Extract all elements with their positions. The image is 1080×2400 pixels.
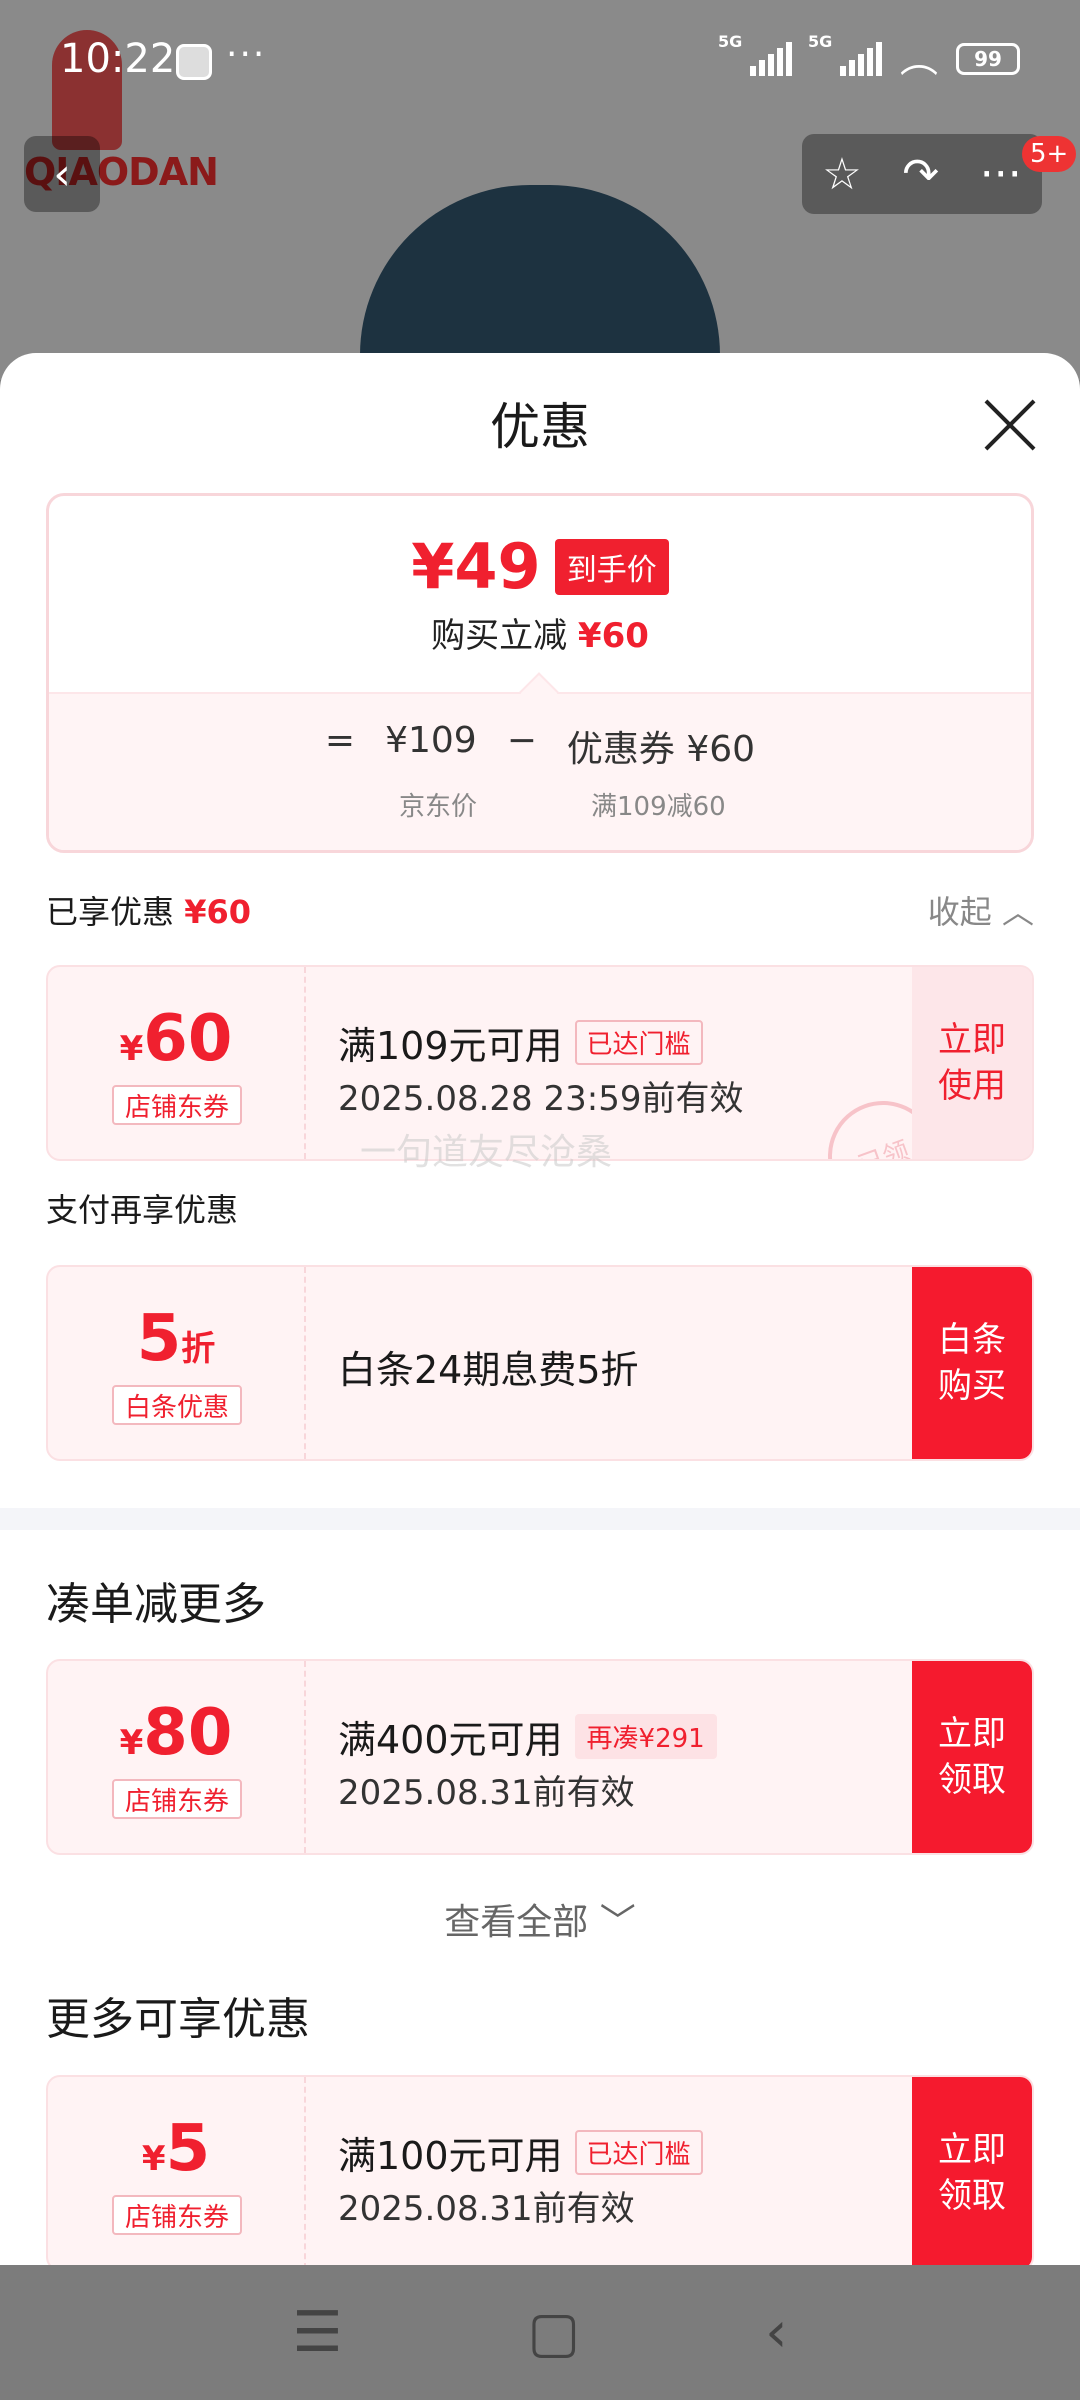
share-icon[interactable]: ↷ <box>902 149 939 200</box>
battery-icon: 99 <box>956 43 1020 75</box>
chevron-up-icon: ︿ <box>1001 893 1034 931</box>
top-actions: ☆ ↷ ··· <box>802 134 1042 214</box>
coupon-amount: 5折 <box>136 1302 216 1376</box>
threshold-tag: 已达门槛 <box>574 2130 703 2175</box>
discount-sheet: 优惠 ¥49 到手价 购买立减 ¥60 = ¥109 − 优惠券 ¥60 京东价… <box>0 353 1080 2265</box>
threshold-tag: 已达门槛 <box>574 1020 703 1065</box>
baitiao-coupon-card: 5折 白条优惠 白条24期息费5折 白条 购买 <box>46 1265 1034 1461</box>
baitiao-buy-button[interactable]: 白条 购买 <box>912 1267 1032 1459</box>
wifi-icon: ︵ <box>899 37 938 81</box>
more-icon[interactable]: ··· <box>980 149 1022 200</box>
price-formula: = ¥109 − 优惠券 ¥60 <box>324 720 756 770</box>
coupon-type: 白条优惠 <box>112 1385 242 1425</box>
pay-discount-label: 支付再享优惠 <box>46 1191 239 1229</box>
star-icon[interactable]: ☆ <box>822 149 861 200</box>
coupon-type: 店铺东券 <box>112 1779 242 1819</box>
close-icon[interactable] <box>980 395 1040 455</box>
final-price-tag: 到手价 <box>554 539 669 595</box>
coupon-amount: ¥80 <box>119 1696 233 1770</box>
coupon-card: ¥80 店铺东券 满400元可用 再凑¥291 2025.08.31前有效 立即… <box>46 1659 1034 1855</box>
status-icons: 5G 5G ︵ 99 <box>718 32 1020 81</box>
buy-cut-line: 购买立减 ¥60 <box>431 616 649 656</box>
coupon-type: 店铺东券 <box>112 1085 242 1125</box>
coupon-expiry: 2025.08.31前有效 <box>338 1773 635 1813</box>
menu-icon[interactable]: ☰ <box>292 2300 342 2365</box>
coupon-expiry: 2025.08.28 23:59前有效 <box>338 1079 744 1119</box>
sheet-title: 优惠 <box>490 398 590 456</box>
signal-icon: 5G <box>718 32 792 76</box>
coupon-card: ¥5 店铺东券 满100元可用 已达门槛 2025.08.31前有效 立即 领取 <box>46 2075 1034 2265</box>
signal-icon: 5G <box>808 32 882 76</box>
back-button[interactable]: ‹ <box>24 136 100 212</box>
jd-price-label: 京东价 <box>399 792 478 822</box>
collapse-button[interactable]: 收起 ︿ <box>928 887 1034 933</box>
coupon-condition: 满109元可用 已达门槛 <box>338 1015 703 1070</box>
coupon-expiry: 2025.08.31前有效 <box>338 2189 635 2229</box>
see-all-button[interactable]: 查看全部 ﹀ <box>0 1893 1080 1945</box>
chevron-down-icon: ﹀ <box>599 1902 636 1943</box>
enjoyed-discount-label: 已享优惠 ¥60 <box>46 893 251 931</box>
claim-now-button[interactable]: 立即 领取 <box>912 2077 1032 2265</box>
jd-price: ¥109 <box>385 720 477 761</box>
claim-now-button[interactable]: 立即 领取 <box>912 1661 1032 1853</box>
message-badge: 5+ <box>1022 136 1077 172</box>
more-notifications-icon: ··· <box>226 34 267 75</box>
coupon-condition: 满100元可用 已达门槛 <box>338 2125 703 2180</box>
coupon-type: 店铺东券 <box>112 2195 242 2235</box>
watermark: 一句道友尽沧桑 <box>360 1132 613 1173</box>
coupon-formula-label: 满109减60 <box>591 792 726 822</box>
coupon-amount: ¥5 <box>141 2112 211 2186</box>
coupon-description: 白条24期息费5折 <box>338 1348 639 1392</box>
more-discount-title: 凑单减更多 <box>46 1579 266 1630</box>
coupon-amount: ¥60 <box>119 1002 233 1076</box>
home-icon[interactable]: ▢ <box>527 2300 580 2365</box>
extra-discount-title: 更多可享优惠 <box>46 1994 310 2045</box>
chevron-left-icon: ‹ <box>53 148 71 200</box>
use-now-button[interactable]: 立即 使用 <box>912 967 1032 1159</box>
coupon-discount: 优惠券 ¥60 <box>566 729 756 770</box>
status-bar: 10:22 ··· 5G 5G ︵ 99 <box>0 0 1080 120</box>
buy-cut-value: ¥60 <box>577 616 649 656</box>
coupon-condition: 满400元可用 再凑¥291 <box>338 1709 717 1764</box>
final-price: ¥49 <box>411 530 541 603</box>
status-time: 10:22 <box>60 36 176 82</box>
back-icon[interactable]: ‹ <box>765 2300 787 2365</box>
section-divider <box>0 1508 1080 1530</box>
system-nav-bar: ☰ ▢ ‹ <box>0 2265 1080 2400</box>
notification-avatar-icon <box>176 44 212 80</box>
add-more-tag: 再凑¥291 <box>574 1714 717 1759</box>
price-summary-card: ¥49 到手价 购买立减 ¥60 = ¥109 − 优惠券 ¥60 京东价 满1… <box>46 493 1034 853</box>
